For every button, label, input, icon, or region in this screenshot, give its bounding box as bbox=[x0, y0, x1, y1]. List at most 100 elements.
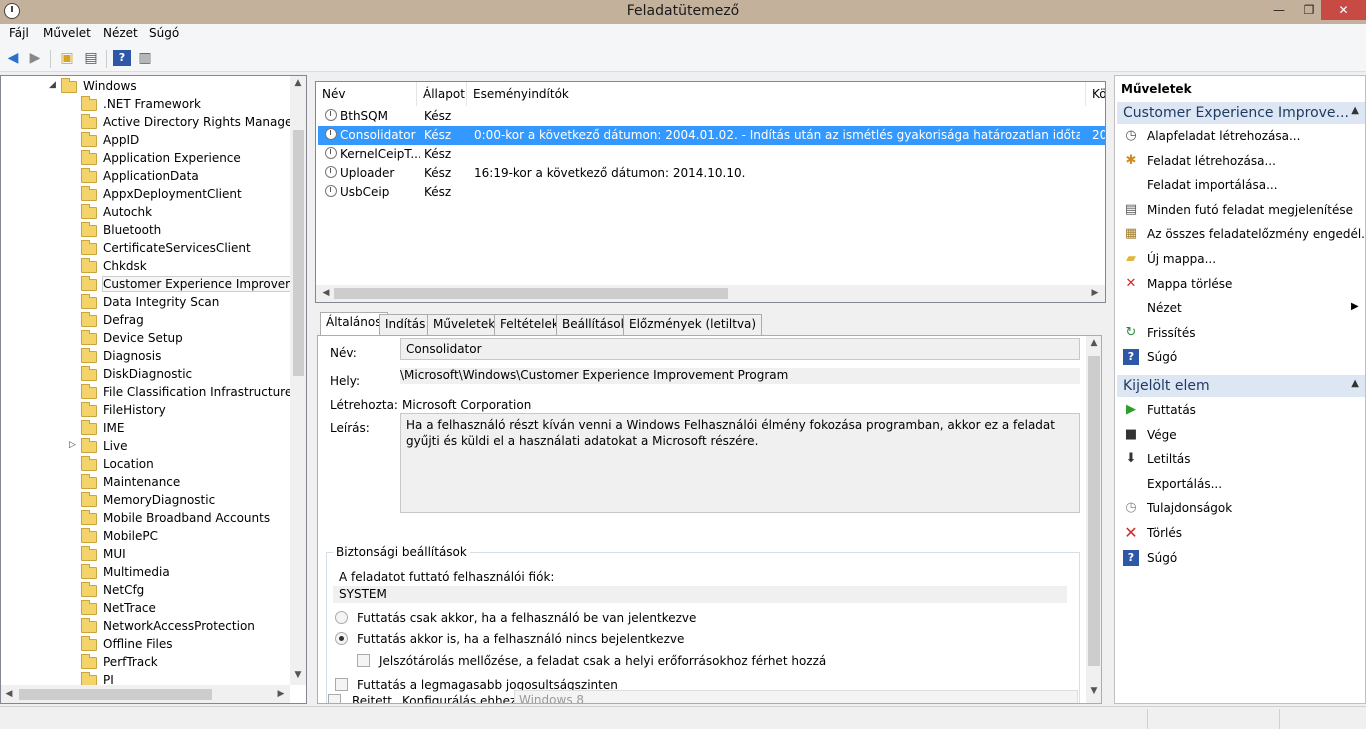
tree-item[interactable]: Customer Experience Improvement bbox=[1, 276, 306, 294]
actions-section-selected[interactable]: Kijelölt elem ▲ bbox=[1117, 375, 1365, 397]
tab-4[interactable]: Beállítások bbox=[556, 314, 634, 335]
action-item[interactable]: Feladat importálása... bbox=[1115, 173, 1365, 197]
scroll-down-icon[interactable]: ▼ bbox=[290, 670, 306, 680]
tree-item[interactable]: NetTrace bbox=[1, 600, 291, 618]
tree-item[interactable]: .NET Framework bbox=[1, 96, 291, 114]
column-header-next[interactable]: Kö bbox=[1086, 82, 1105, 106]
collapse-icon[interactable]: ▲ bbox=[1351, 378, 1359, 389]
tree-item[interactable]: AppxDeploymentClient bbox=[1, 186, 291, 204]
action-item[interactable]: ◷ Tulajdonságok bbox=[1115, 496, 1365, 520]
column-header-triggers[interactable]: Eseményindítók bbox=[467, 82, 1086, 106]
scrollbar-thumb[interactable] bbox=[334, 288, 728, 299]
menu-view[interactable]: Nézet bbox=[103, 26, 138, 40]
tab-2[interactable]: Műveletek bbox=[427, 314, 502, 335]
column-header-name[interactable]: Név bbox=[316, 82, 417, 106]
action-item[interactable]: ✱ Feladat létrehozása... bbox=[1115, 149, 1365, 173]
tree-item-windows[interactable]: ◢ Windows bbox=[1, 78, 291, 96]
name-field[interactable]: Consolidator bbox=[400, 338, 1080, 360]
help-icon[interactable]: ? bbox=[113, 50, 131, 66]
menu-file[interactable]: Fájl bbox=[9, 26, 29, 40]
task-list[interactable]: Név Állapot Eseményindítók Kö BthSQM Kész… bbox=[315, 81, 1106, 303]
show-hide-tree-icon[interactable]: ▤ bbox=[82, 50, 100, 66]
tree-item[interactable]: Chkdsk bbox=[1, 258, 291, 276]
tree-item[interactable]: Application Experience bbox=[1, 150, 291, 168]
configure-for-select[interactable]: Windows 8 bbox=[514, 690, 1078, 703]
run-logged-on-radio[interactable] bbox=[335, 611, 348, 624]
back-icon[interactable]: ◀ bbox=[4, 50, 22, 66]
up-folder-icon[interactable]: ▣ bbox=[58, 50, 76, 66]
action-item[interactable]: ? Súgó bbox=[1115, 546, 1365, 570]
action-item[interactable]: ? Súgó bbox=[1115, 345, 1365, 369]
task-row[interactable]: UsbCeip Kész bbox=[318, 183, 1105, 202]
tree-item[interactable]: Device Setup bbox=[1, 330, 291, 348]
action-item[interactable]: ▰ Új mappa... bbox=[1115, 247, 1365, 271]
action-item[interactable]: ▤ Minden futó feladat megjelenítése bbox=[1115, 198, 1365, 222]
tree-item[interactable]: MobilePC bbox=[1, 528, 291, 546]
scrollbar-thumb[interactable] bbox=[19, 689, 212, 700]
actions-section-folder[interactable]: Customer Experience Improve... ▲ bbox=[1117, 102, 1365, 124]
tree-item[interactable]: File Classification Infrastructure bbox=[1, 384, 292, 402]
minimize-button[interactable]: — bbox=[1264, 0, 1294, 20]
tree-item[interactable]: MemoryDiagnostic bbox=[1, 492, 291, 510]
tree-vertical-scrollbar[interactable]: ▲ ▼ bbox=[290, 76, 306, 685]
collapse-icon[interactable]: ◢ bbox=[49, 80, 56, 90]
tree-item[interactable]: ApplicationData bbox=[1, 168, 291, 186]
maximize-button[interactable]: ❐ bbox=[1294, 0, 1324, 20]
do-not-store-password-checkbox[interactable] bbox=[357, 654, 370, 667]
column-header-status[interactable]: Állapot bbox=[417, 82, 467, 106]
scroll-right-icon[interactable]: ▶ bbox=[273, 689, 289, 699]
task-row[interactable]: Uploader Kész 16:19-kor a következő dátumo… bbox=[318, 164, 1105, 183]
tree-item[interactable]: Location bbox=[1, 456, 291, 474]
show-hide-action-pane-icon[interactable]: ▥ bbox=[136, 50, 154, 66]
hidden-checkbox[interactable] bbox=[328, 694, 341, 703]
folder-tree[interactable]: ◢ Windows .NET Framework Active Directory… bbox=[0, 75, 307, 704]
scrollbar-thumb[interactable] bbox=[293, 130, 304, 376]
run-whether-logged-radio[interactable] bbox=[335, 632, 348, 645]
action-item[interactable]: ◷ Alapfeladat létrehozása... bbox=[1115, 124, 1365, 148]
tree-item[interactable]: Multimedia bbox=[1, 564, 291, 582]
tree-item[interactable]: Diagnosis bbox=[1, 348, 291, 366]
forward-icon[interactable]: ▶ bbox=[26, 50, 44, 66]
tree-item[interactable]: CertificateServicesClient bbox=[1, 240, 291, 258]
tab-5[interactable]: Előzmények (letiltva) bbox=[623, 314, 763, 335]
tree-item[interactable]: DiskDiagnostic bbox=[1, 366, 291, 384]
scroll-up-icon[interactable]: ▲ bbox=[1086, 338, 1101, 348]
action-item[interactable]: ✕ Törlés bbox=[1115, 521, 1365, 545]
action-item[interactable]: ↻ Frissítés bbox=[1115, 321, 1365, 345]
tree-item[interactable]: Bluetooth bbox=[1, 222, 291, 240]
menu-help[interactable]: Súgó bbox=[149, 26, 179, 40]
tree-item[interactable]: IME bbox=[1, 420, 291, 438]
tab-3[interactable]: Feltételek bbox=[494, 314, 565, 335]
scroll-left-icon[interactable]: ◀ bbox=[1, 689, 17, 699]
tree-item[interactable]: PerfTrack bbox=[1, 654, 291, 672]
action-item[interactable]: ▶ Futtatás bbox=[1115, 398, 1365, 422]
action-item[interactable]: ■ Vége bbox=[1115, 423, 1365, 447]
details-vertical-scrollbar[interactable]: ▲ ▼ bbox=[1086, 336, 1101, 703]
collapse-icon[interactable]: ▲ bbox=[1351, 105, 1359, 116]
scroll-left-icon[interactable]: ◀ bbox=[318, 288, 334, 298]
expand-icon[interactable]: ▷ bbox=[69, 440, 76, 450]
scroll-up-icon[interactable]: ▲ bbox=[290, 78, 306, 88]
scroll-right-icon[interactable]: ▶ bbox=[1087, 288, 1103, 298]
scrollbar-thumb[interactable] bbox=[1088, 356, 1100, 666]
task-horizontal-scrollbar[interactable]: ◀ ▶ bbox=[316, 285, 1105, 302]
highest-privileges-checkbox[interactable] bbox=[335, 678, 348, 691]
task-row[interactable]: BthSQM Kész bbox=[318, 107, 1105, 126]
tree-item[interactable]: MUI bbox=[1, 546, 291, 564]
task-row[interactable]: KernelCeipT... Kész bbox=[318, 145, 1105, 164]
tree-item[interactable]: Maintenance bbox=[1, 474, 291, 492]
menu-action[interactable]: Művelet bbox=[43, 26, 91, 40]
description-field[interactable]: Ha a felhasználó részt kíván venni a Win… bbox=[400, 413, 1080, 513]
tree-item[interactable]: AppID bbox=[1, 132, 291, 150]
tab-0[interactable]: Általános bbox=[320, 312, 388, 336]
action-item[interactable]: ⬇ Letiltás bbox=[1115, 447, 1365, 471]
action-item[interactable]: Exportálás... bbox=[1115, 472, 1365, 496]
action-item[interactable]: Nézet ▶ bbox=[1115, 296, 1365, 320]
tree-horizontal-scrollbar[interactable]: ◀ ▶ bbox=[1, 685, 290, 703]
tree-item[interactable]: ▷ Live bbox=[1, 438, 291, 456]
action-item[interactable]: ▦ Az összes feladatelőzmény engedél... bbox=[1115, 222, 1365, 246]
tab-1[interactable]: Indítás bbox=[379, 314, 432, 335]
tree-item[interactable]: Autochk bbox=[1, 204, 291, 222]
tree-item[interactable]: NetworkAccessProtection bbox=[1, 618, 291, 636]
tree-item[interactable]: FileHistory bbox=[1, 402, 291, 420]
